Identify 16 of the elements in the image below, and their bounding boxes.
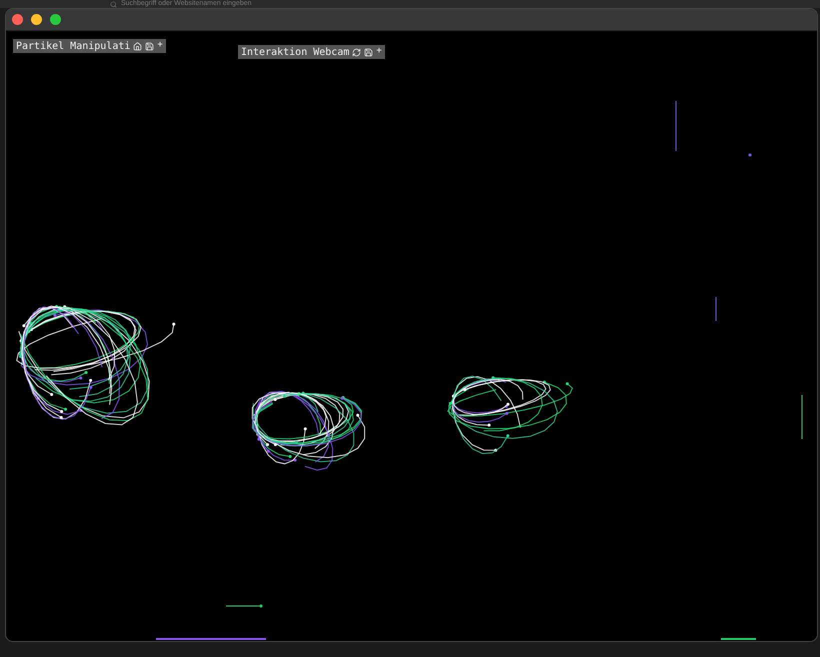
particle-trail <box>226 604 262 608</box>
maximize-button[interactable] <box>50 14 61 25</box>
panel-title: Interaktion Webcam <box>241 46 350 60</box>
search-icon <box>110 0 117 8</box>
save-icon[interactable] <box>364 48 374 56</box>
add-button[interactable]: + <box>376 45 382 59</box>
save-icon[interactable] <box>145 42 154 50</box>
home-icon[interactable] <box>133 42 142 50</box>
panel-title: Partikel Manipulati <box>16 40 130 54</box>
add-button[interactable]: + <box>157 39 163 53</box>
particle-dot <box>748 154 752 156</box>
gui-panel-header[interactable]: Interaktion Webcam + <box>238 45 385 59</box>
minimize-button[interactable] <box>31 14 42 25</box>
close-button[interactable] <box>12 14 23 25</box>
refresh-icon[interactable] <box>352 48 362 56</box>
gui-panel-header[interactable]: Partikel Manipulati + <box>13 39 166 53</box>
